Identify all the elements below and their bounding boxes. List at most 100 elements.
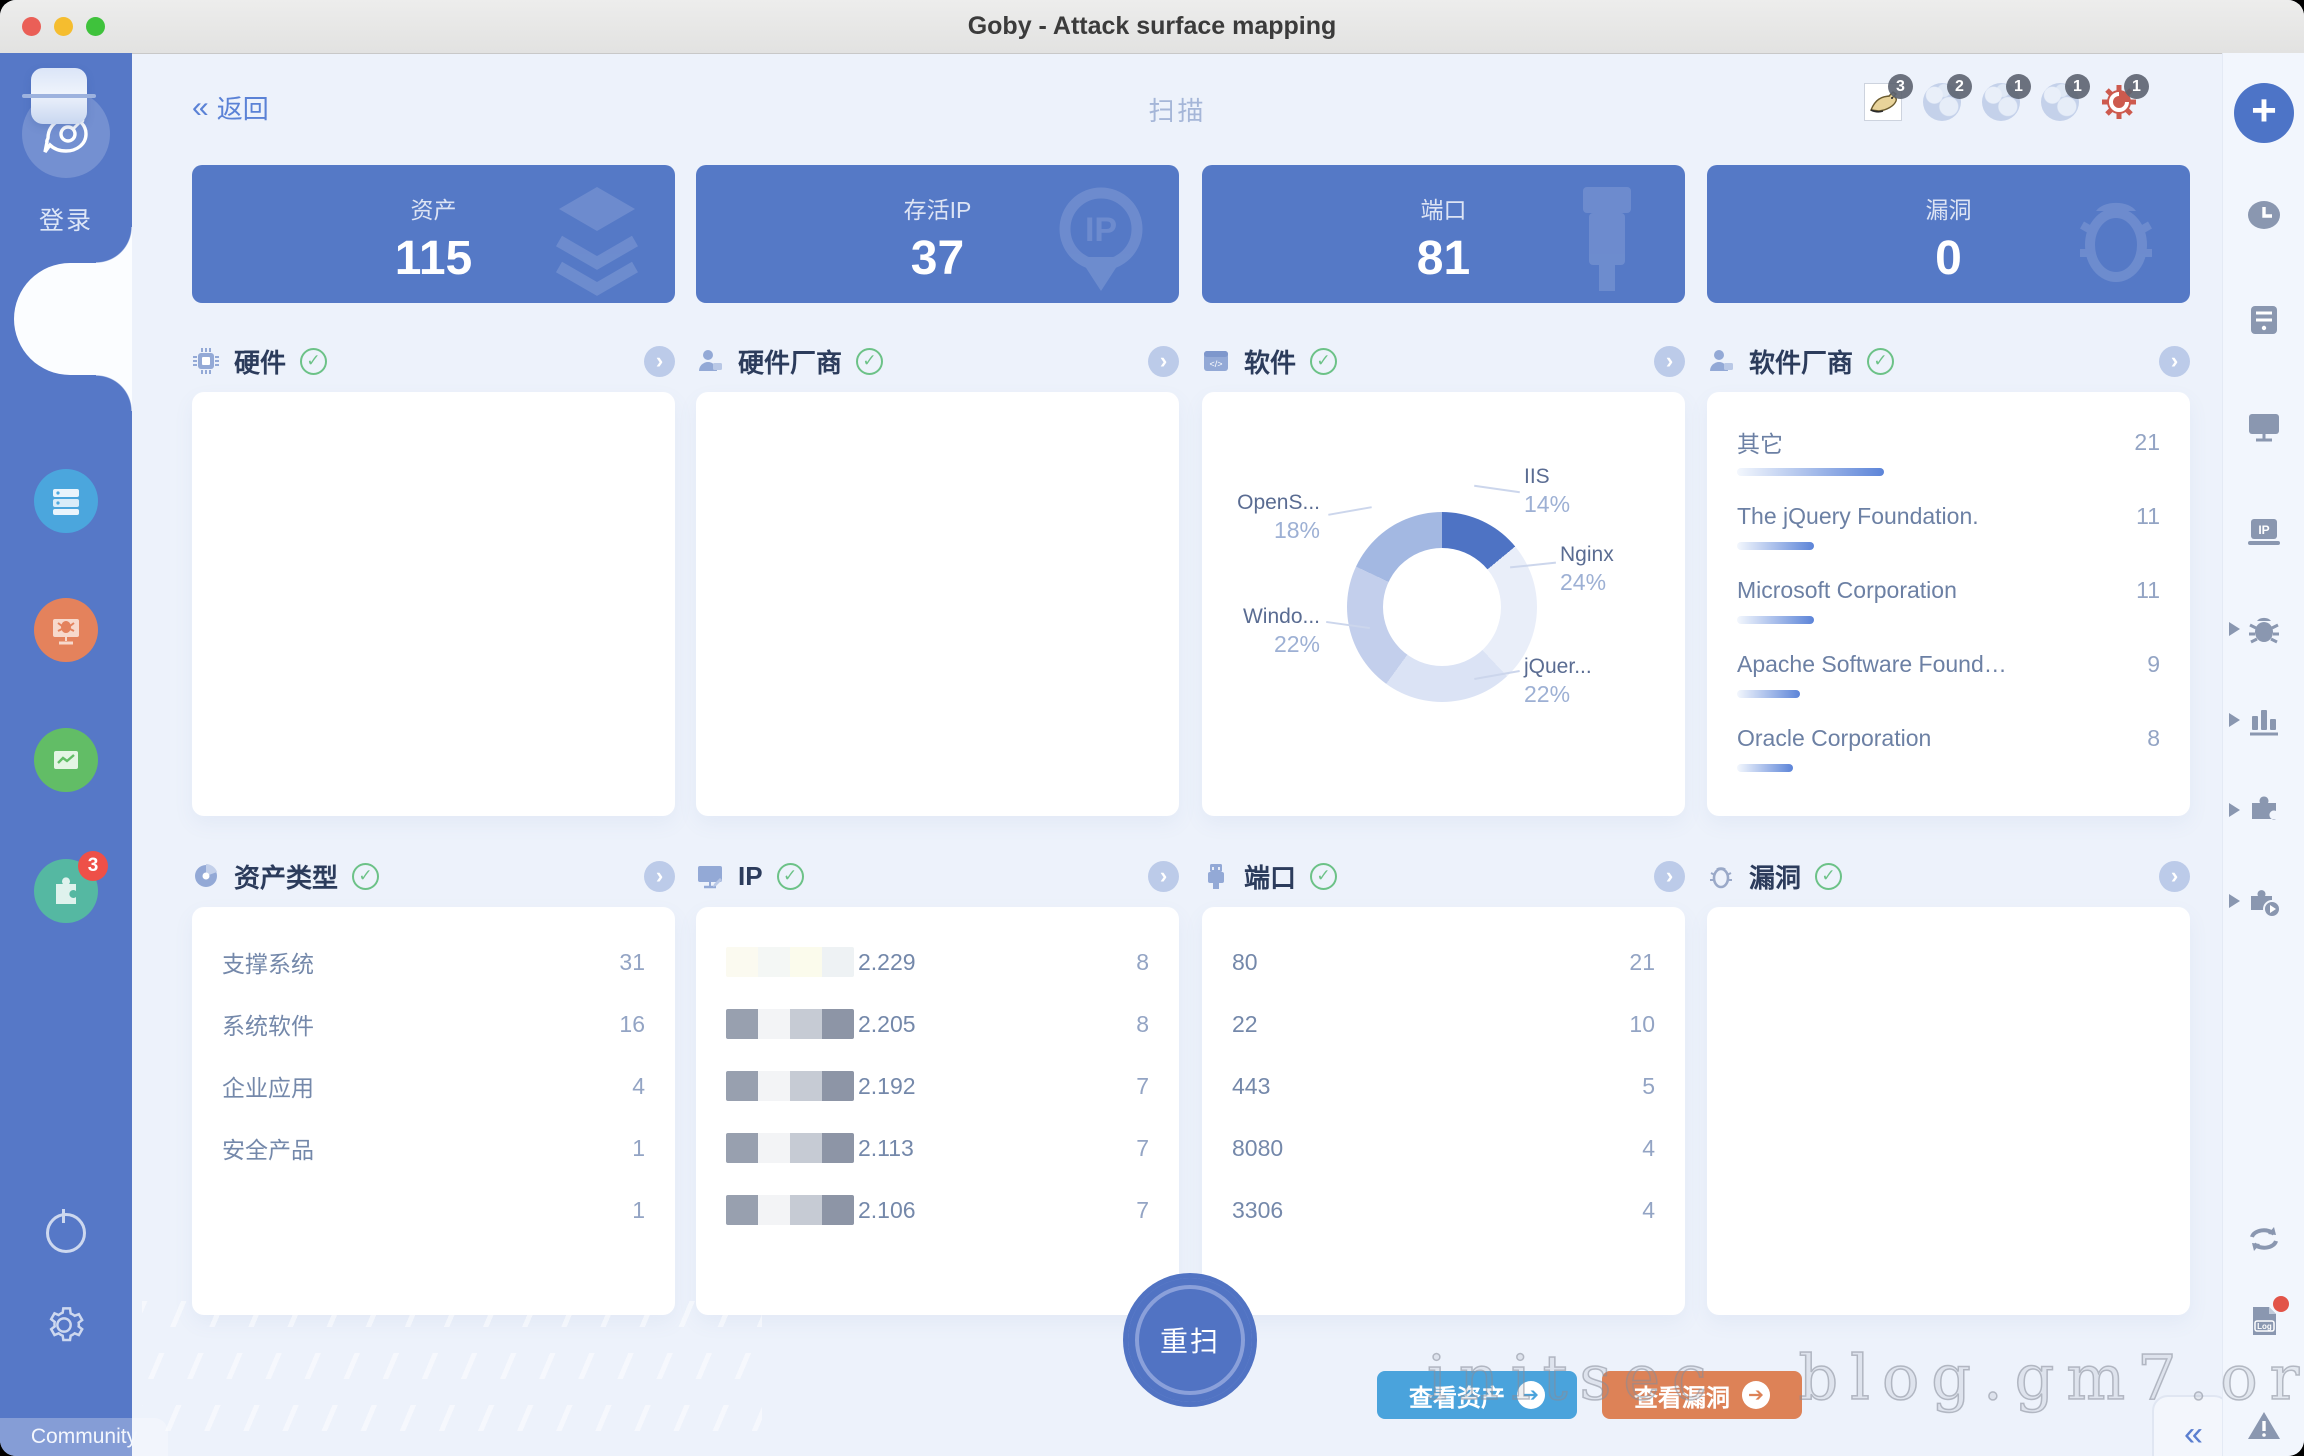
status-icon[interactable]: 2 [1923,83,1961,121]
sidebar-item-reports[interactable] [34,728,98,792]
svg-text:</>: </> [1209,359,1222,369]
ip-suffix: 2.106 [858,1197,916,1224]
port-list: 80 21 22 10 443 5 8080 4 3306 4 [1202,907,1685,1231]
stat-card-ports[interactable]: 端口 81 [1202,165,1685,303]
panel-expand-button[interactable]: › [644,861,675,892]
vendor-row[interactable]: Apache Software Found… 9 [1737,648,2160,698]
vendor-row[interactable]: Oracle Corporation 8 [1737,722,2160,772]
list-item[interactable]: 系统软件 16 [222,1003,645,1045]
warning-icon[interactable] [2246,1408,2282,1444]
right-rail: + IP Log [2222,53,2304,1456]
vendor-row[interactable]: 其它 21 [1737,426,2160,476]
stat-card-assets[interactable]: 资产 115 [192,165,675,303]
ip-row[interactable]: 2.106 7 [726,1189,1149,1231]
expand-arrow-icon[interactable] [2229,713,2240,727]
status-icon[interactable]: 1 [2041,83,2079,121]
panel-header-hardware-vendor: 硬件厂商 ✓ › [696,338,1179,384]
port-row[interactable]: 22 10 [1232,1003,1655,1045]
panel-header-vuln: 漏洞 ✓ › [1707,853,2190,899]
view-vulns-button[interactable]: 查看漏洞 ➔ [1602,1371,1802,1419]
puzzle-icon [49,874,83,908]
monitor-icon[interactable] [2246,408,2282,444]
expand-arrow-icon[interactable] [2229,622,2240,636]
rescan-button[interactable]: 重扫 [1128,1278,1252,1402]
settings-gear-icon[interactable] [44,1305,84,1345]
server-icon[interactable] [2246,302,2282,338]
log-file-icon[interactable]: Log [2246,1303,2282,1339]
port-row[interactable]: 3306 4 [1232,1189,1655,1231]
ip-count: 7 [1136,1073,1149,1100]
app-window: Goby - Attack surface mapping 登录 [0,0,2304,1456]
donut-label: jQuer...22% [1524,654,1592,709]
panel-software-vendor: 其它 21 The jQuery Foundation. 11 Microsof… [1707,392,2190,816]
panel-expand-button[interactable]: › [1654,861,1685,892]
list-item[interactable]: 支撑系统 31 [222,941,645,983]
censored-ip-prefix [726,1195,854,1225]
ip-count: 8 [1136,1011,1149,1038]
censored-ip-prefix [726,947,854,977]
panel-expand-button[interactable]: › [2159,861,2190,892]
item-count: 1 [632,1135,645,1162]
port-row[interactable]: 80 21 [1232,941,1655,983]
layers-icon [537,179,657,299]
vendor-row[interactable]: Microsoft Corporation 11 [1737,574,2160,624]
minimize-window-button[interactable] [54,17,73,36]
add-scan-button[interactable]: + [2234,83,2294,143]
refresh-icon[interactable] [2246,1221,2282,1257]
ip-suffix: 2.229 [858,949,916,976]
expand-arrow-icon[interactable] [2229,803,2240,817]
ip-row[interactable]: 2.192 7 [726,1065,1149,1107]
ip-row[interactable]: 2.205 8 [726,1003,1149,1045]
port-row[interactable]: 443 5 [1232,1065,1655,1107]
item-label: 企业应用 [222,1069,314,1103]
zoom-window-button[interactable] [86,17,105,36]
status-icon[interactable]: 3 [1864,83,1902,121]
port-count: 4 [1642,1197,1655,1224]
censored-ip-prefix [726,1133,854,1163]
puzzle-run-icon[interactable] [2246,883,2282,919]
expand-arrow-icon[interactable] [2229,894,2240,908]
status-icon[interactable]: 1 [2100,83,2138,121]
vendor-row[interactable]: The jQuery Foundation. 11 [1737,500,2160,550]
sidebar-item-plugins[interactable]: 3 [34,859,98,923]
panel-expand-button[interactable]: › [1654,346,1685,377]
titlebar: Goby - Attack surface mapping [0,0,2304,54]
close-window-button[interactable] [22,17,41,36]
port-count: 21 [1629,949,1655,976]
svg-text:Log: Log [2257,1322,2272,1331]
list-item[interactable]: 1 [222,1189,645,1231]
ip-row[interactable]: 2.113 7 [726,1127,1149,1169]
port-row[interactable]: 8080 4 [1232,1127,1655,1169]
status-icon[interactable]: 1 [1982,83,2020,121]
panel-expand-button[interactable]: › [1148,346,1179,377]
sidebar-item-scan[interactable] [22,59,96,133]
collapse-panel-button[interactable]: « [2152,1395,2230,1456]
ip-pin-icon: IP [1041,179,1161,299]
panel-expand-button[interactable]: › [644,346,675,377]
ip-row[interactable]: 2.229 8 [726,941,1149,983]
stat-card-live-ip[interactable]: 存活IP 37 IP [696,165,1179,303]
panel-port: 80 21 22 10 443 5 8080 4 3306 4 [1202,907,1685,1315]
port-number: 8080 [1232,1135,1283,1162]
power-icon[interactable] [46,1213,86,1253]
panel-software: IIS14%Nginx24%jQuer...22%Windo...22%Open… [1202,392,1685,816]
donut-label: Nginx24% [1560,542,1614,597]
panel-expand-button[interactable]: › [1148,861,1179,892]
port-number: 3306 [1232,1197,1283,1224]
ip-laptop-icon[interactable]: IP [2246,514,2282,550]
panel-expand-button[interactable]: › [2159,346,2190,377]
view-assets-button[interactable]: 查看资产 ➔ [1377,1371,1577,1419]
bug-icon[interactable] [2246,611,2282,647]
bar-chart-icon[interactable] [2246,702,2282,738]
list-item[interactable]: 企业应用 4 [222,1065,645,1107]
log-alert-dot [2273,1296,2289,1312]
puzzle-icon[interactable] [2246,792,2282,828]
sidebar-item-assets[interactable] [34,469,98,533]
sidebar-item-vulnerabilities[interactable] [34,598,98,662]
list-item[interactable]: 安全产品 1 [222,1127,645,1169]
status-icon-badge: 2 [1947,74,1972,99]
item-label: 支撑系统 [222,945,314,979]
scan-status-icons: 3 2 1 1 1 [1864,83,2138,121]
stat-card-vulnerabilities[interactable]: 漏洞 0 [1707,165,2190,303]
history-clock-icon[interactable] [2246,197,2282,233]
